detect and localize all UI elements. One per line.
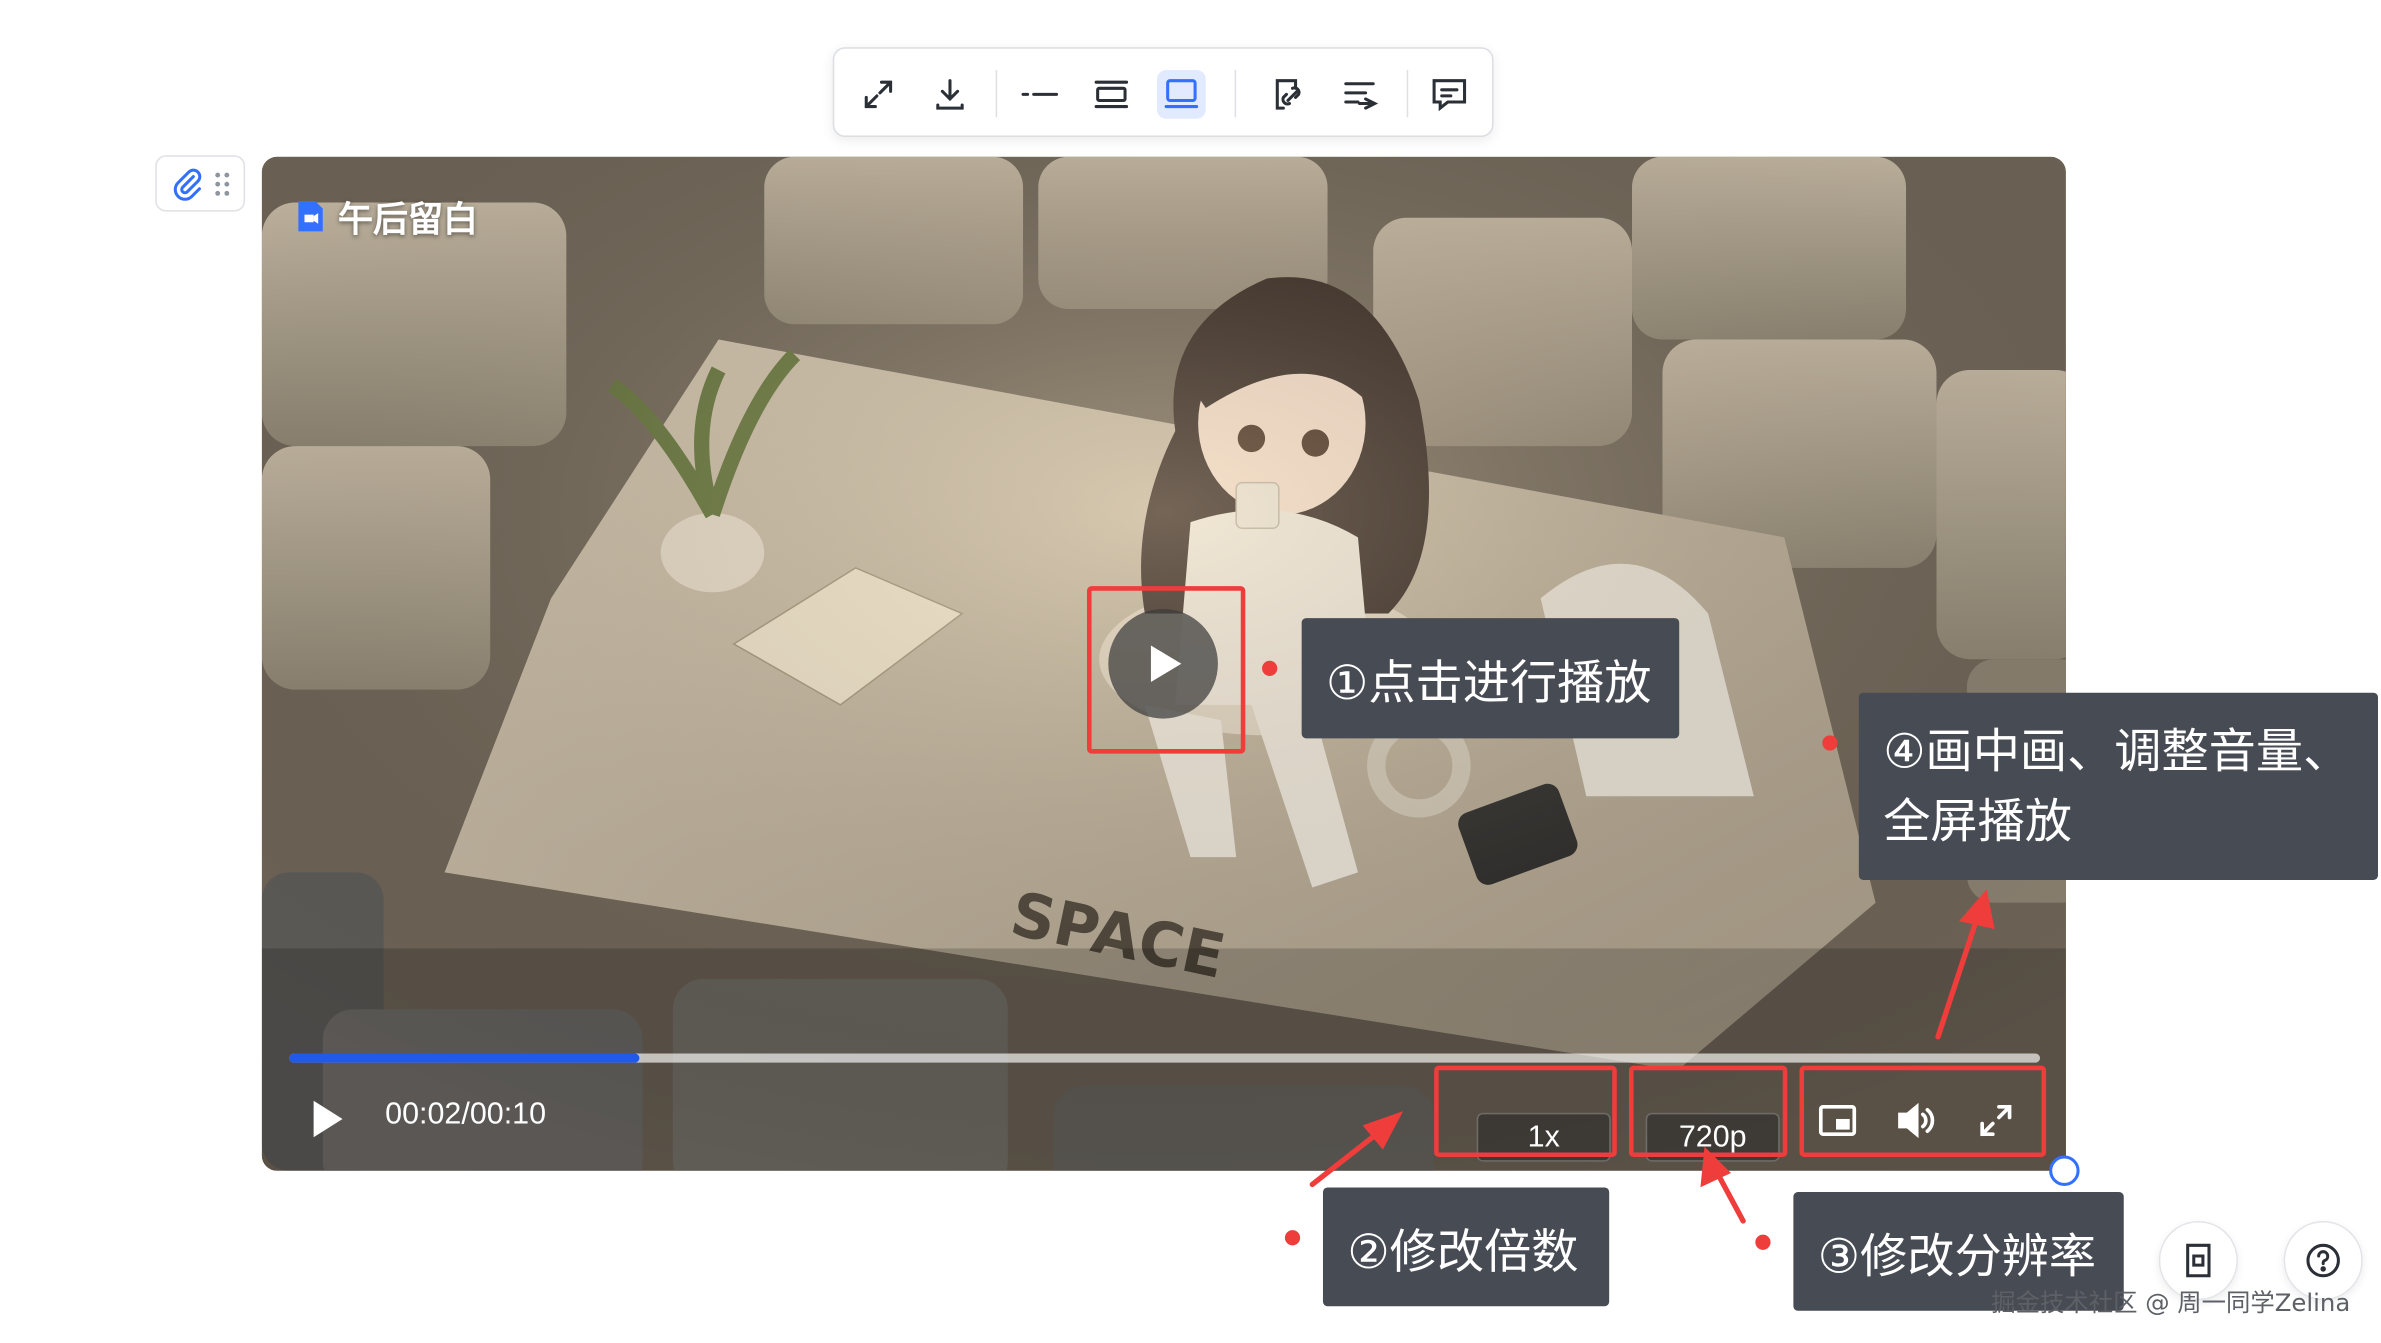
- speed-callout: ②修改倍数: [1322, 1187, 1610, 1307]
- pip-volume-fullscreen-callout: ④画中画、调整音量、 全屏播放: [1858, 692, 2378, 880]
- play-callout: ①点击进行播放: [1301, 618, 1680, 739]
- video-file-icon: [298, 200, 323, 232]
- speed-highlight-box: [1434, 1065, 1617, 1158]
- expand-icon: [864, 80, 893, 109]
- quality-callout-text: ③修改分辨率: [1817, 1229, 2097, 1285]
- comment-icon: [1432, 79, 1467, 112]
- wrap-text-button[interactable]: [1337, 70, 1386, 119]
- time-separator: /: [461, 1097, 470, 1132]
- video-title: 午后留白: [295, 190, 478, 242]
- duration: 00:10: [469, 1097, 547, 1132]
- inline-layout-button[interactable]: [1015, 70, 1064, 119]
- progress-bar[interactable]: [289, 1053, 2041, 1063]
- play-highlight-box: [1086, 586, 1246, 754]
- video-title-text: 午后留白: [337, 200, 479, 241]
- time-display: 00:02/00:10: [385, 1098, 546, 1133]
- quality-highlight-box: [1628, 1065, 1788, 1158]
- expand-button[interactable]: [854, 70, 903, 119]
- card-layout-icon: [1094, 80, 1129, 109]
- comment-button[interactable]: [1425, 70, 1474, 119]
- inline-layout-icon: [1021, 92, 1059, 96]
- preview-layout-icon: [1164, 79, 1199, 109]
- card-layout-button[interactable]: [1087, 70, 1136, 119]
- play-callout-text: ①点击进行播放: [1326, 656, 1652, 711]
- attachment-icon: [173, 167, 202, 200]
- link-button[interactable]: [1265, 70, 1314, 119]
- pip-callout-line1: ④画中画、调整音量、: [1883, 723, 2351, 779]
- pip-callout-line2: 全屏播放: [1883, 793, 2072, 849]
- toolbar-divider: [995, 70, 998, 118]
- play-icon: [313, 1100, 343, 1138]
- play-pause-button[interactable]: [304, 1095, 350, 1144]
- link-icon: [1275, 79, 1301, 110]
- preview-layout-button[interactable]: [1157, 70, 1206, 119]
- progress-fill: [289, 1053, 640, 1063]
- toolbar-divider: [1234, 70, 1237, 118]
- help-icon: [2306, 1243, 2340, 1278]
- block-toolbar: [832, 47, 1494, 138]
- callout-dot: [1262, 660, 1278, 676]
- download-icon: [936, 79, 964, 110]
- callout-dot: [1284, 1230, 1301, 1246]
- wrap-text-icon: [1344, 82, 1379, 110]
- document-icon: [2186, 1243, 2211, 1278]
- video-player[interactable]: SPACE: [261, 156, 2066, 1171]
- controls-highlight-box: [1799, 1065, 2047, 1158]
- callout-dot: [1822, 735, 1838, 751]
- download-button[interactable]: [926, 70, 975, 119]
- watermark: 掘金技术社区 @ 周一同学Zelina: [1991, 1287, 2351, 1317]
- drag-handle-icon[interactable]: [215, 170, 230, 197]
- toolbar-divider: [1406, 70, 1409, 118]
- resize-handle[interactable]: [2049, 1155, 2080, 1186]
- speed-callout-text: ②修改倍数: [1347, 1224, 1579, 1280]
- block-handle[interactable]: [155, 155, 246, 212]
- current-time: 00:02: [385, 1097, 462, 1132]
- callout-dot: [1755, 1234, 1771, 1250]
